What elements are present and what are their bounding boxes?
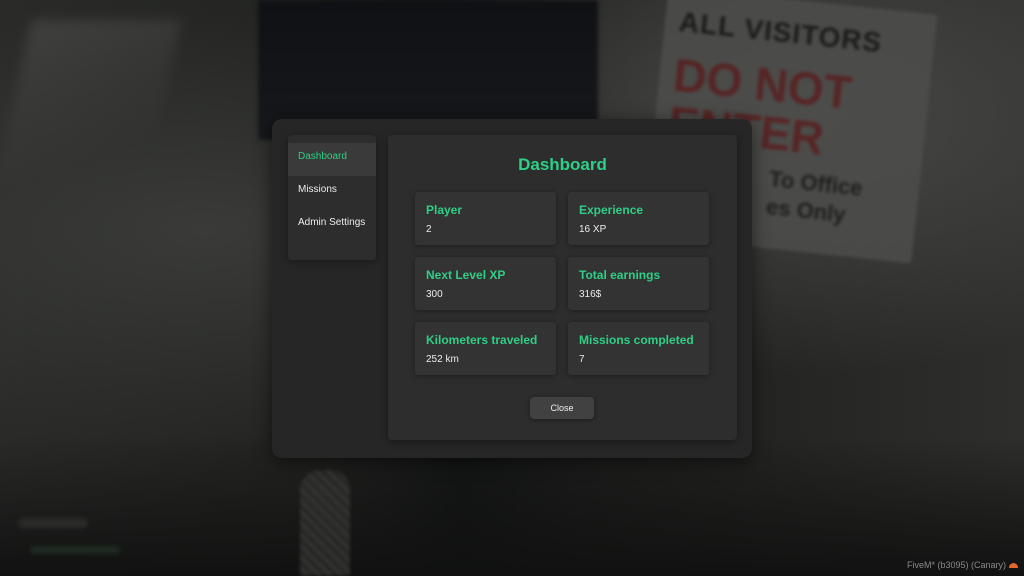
stat-label: Kilometers traveled bbox=[426, 333, 538, 347]
stat-value: 2 bbox=[426, 224, 432, 235]
stat-card-total-earnings: Total earnings 316$ bbox=[568, 257, 709, 310]
sidebar-item-admin-settings[interactable]: Admin Settings bbox=[288, 209, 376, 242]
sidebar-item-missions[interactable]: Missions bbox=[288, 176, 376, 209]
stat-label: Total earnings bbox=[579, 268, 661, 282]
dashboard-modal: Dashboard Missions Admin Settings Dashbo… bbox=[272, 119, 752, 458]
stat-value: 316$ bbox=[579, 289, 602, 300]
fivem-logo-icon bbox=[1009, 563, 1018, 568]
stat-label: Player bbox=[426, 203, 463, 217]
stat-card-missions-completed: Missions completed 7 bbox=[568, 322, 709, 375]
hud-status-blur bbox=[30, 546, 120, 554]
stat-label: Experience bbox=[579, 203, 644, 217]
background-character bbox=[300, 470, 350, 576]
hud-minimap-blur bbox=[18, 518, 88, 528]
watermark-text: FiveM* (b3095) (Canary) bbox=[906, 560, 1006, 570]
page-title: Dashboard bbox=[518, 155, 607, 174]
sidebar-item-dashboard[interactable]: Dashboard bbox=[288, 143, 376, 176]
sign-line-5: es Only bbox=[765, 194, 847, 228]
dashboard-panel: Dashboard Player 2 Experience 16 XP Next… bbox=[388, 135, 737, 440]
stat-label: Next Level XP bbox=[426, 268, 506, 282]
fivem-watermark: FiveM* (b3095) (Canary) bbox=[907, 560, 1018, 570]
sidebar: Dashboard Missions Admin Settings bbox=[288, 135, 376, 260]
stat-value: 16 XP bbox=[579, 224, 607, 235]
stat-card-kilometers-traveled: Kilometers traveled 252 km bbox=[415, 322, 556, 375]
stat-label: Missions completed bbox=[579, 333, 694, 347]
background-blur-streak bbox=[0, 20, 182, 220]
stat-card-player: Player 2 bbox=[415, 192, 556, 245]
stat-card-next-level-xp: Next Level XP 300 bbox=[415, 257, 556, 310]
close-button[interactable]: Close bbox=[530, 397, 594, 419]
stat-card-experience: Experience 16 XP bbox=[568, 192, 709, 245]
stat-value: 252 km bbox=[426, 354, 459, 365]
stat-value: 300 bbox=[426, 289, 443, 300]
stat-value: 7 bbox=[579, 354, 585, 365]
